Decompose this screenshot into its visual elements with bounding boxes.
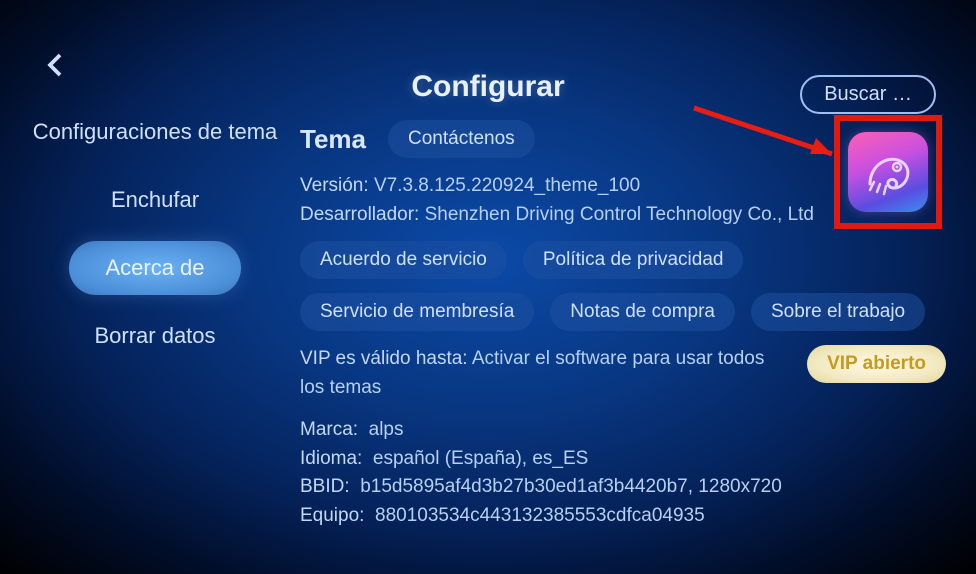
brand-row: Marca: alps [300, 416, 946, 445]
version-value: V7.3.8.125.220924_theme_100 [374, 175, 640, 196]
vip-open-button[interactable]: VIP abierto [807, 345, 946, 383]
sidebar: Configuraciones de tema Enchufar Acerca … [30, 105, 280, 363]
brand-value: alps [369, 419, 404, 440]
app-icon-highlight-frame [834, 115, 942, 229]
privacy-policy-button[interactable]: Política de privacidad [523, 241, 744, 279]
bbid-label: BBID: [300, 476, 350, 497]
sidebar-item-about[interactable]: Acerca de [69, 241, 240, 295]
membership-service-button[interactable]: Servicio de membresía [300, 293, 534, 331]
search-button[interactable]: Buscar … [800, 75, 936, 114]
device-value: 880103534c443132385553cdfca04935 [375, 505, 705, 526]
bbid-row: BBID: b15d5895af4d3b27b30ed1af3b4420b7, … [300, 473, 946, 502]
developer-value: Shenzhen Driving Control Technology Co.,… [425, 204, 814, 225]
version-label: Versión: [300, 175, 369, 196]
vip-valid-label: VIP es válido hasta: [300, 348, 468, 369]
developer-label: Desarrollador: [300, 204, 419, 225]
brand-label: Marca: [300, 419, 358, 440]
settings-screen: Configurar Buscar … Configuraciones de t… [0, 0, 976, 574]
sidebar-item-theme-settings[interactable]: Configuraciones de tema [30, 105, 280, 159]
about-heading: Tema [300, 124, 366, 155]
sidebar-item-plugin[interactable]: Enchufar [30, 173, 280, 227]
service-agreement-button[interactable]: Acuerdo de servicio [300, 241, 507, 279]
app-icon-button[interactable] [848, 132, 928, 212]
sidebar-item-clear-data[interactable]: Borrar datos [30, 309, 280, 363]
chameleon-icon [860, 144, 916, 200]
about-work-button[interactable]: Sobre el trabajo [751, 293, 925, 331]
language-row: Idioma: español (España), es_ES [300, 445, 946, 474]
device-label: Equipo: [300, 505, 364, 526]
language-value: español (España), es_ES [373, 448, 588, 469]
purchase-notes-button[interactable]: Notas de compra [550, 293, 735, 331]
vip-valid-row: VIP es válido hasta: Activar el software… [300, 345, 793, 402]
contact-us-button[interactable]: Contáctenos [388, 120, 535, 158]
language-label: Idioma: [300, 448, 362, 469]
bbid-value: b15d5895af4d3b27b30ed1af3b4420b7, 1280x7… [360, 476, 782, 497]
device-row: Equipo: 880103534c443132385553cdfca04935 [300, 502, 946, 531]
